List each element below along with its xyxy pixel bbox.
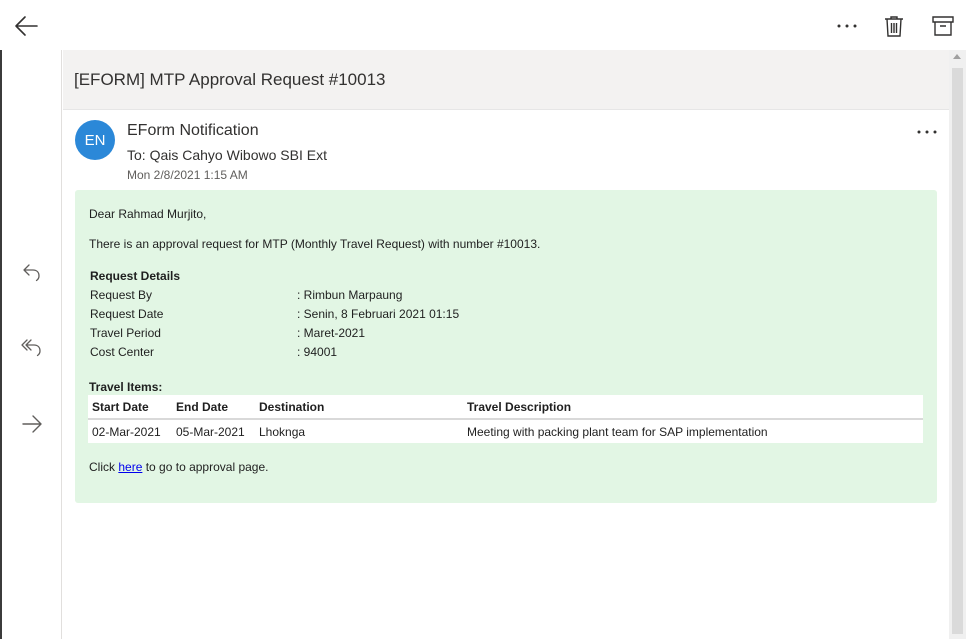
table-row: 02-Mar-2021 05-Mar-2021 Lhoknga Meeting … xyxy=(88,419,923,443)
approval-page-link[interactable]: here xyxy=(118,460,142,474)
avatar: EN xyxy=(75,120,115,160)
back-button[interactable] xyxy=(10,10,42,42)
table-cell: Meeting with packing plant team for SAP … xyxy=(467,424,768,439)
forward-icon xyxy=(22,415,42,433)
sent-date: Mon 2/8/2021 1:15 AM xyxy=(127,168,248,182)
detail-value: : Rimbun Marpaung xyxy=(297,288,403,302)
reply-icon xyxy=(23,264,40,282)
archive-button[interactable] xyxy=(927,10,959,42)
intro-text: There is an approval request for MTP (Mo… xyxy=(89,237,541,251)
table-header-row: Start Date End Date Destination Travel D… xyxy=(88,395,923,420)
detail-value: : 94001 xyxy=(297,345,338,359)
reply-button[interactable] xyxy=(16,256,48,288)
table-cell: 02-Mar-2021 xyxy=(92,424,161,439)
detail-label: Travel Period xyxy=(90,326,161,340)
greeting: Dear Rahmad Murjito, xyxy=(89,207,207,221)
message-more-button[interactable] xyxy=(911,118,943,146)
reply-all-button[interactable] xyxy=(16,331,48,363)
scroll-up-arrow-icon[interactable] xyxy=(953,54,961,59)
email-subject: [EFORM] MTP Approval Request #10013 xyxy=(74,70,386,89)
delete-button[interactable] xyxy=(878,10,910,42)
sender-name[interactable]: EForm Notification xyxy=(127,122,259,140)
detail-label: Cost Center xyxy=(90,345,155,359)
message-body: Dear Rahmad Murjito, There is an approva… xyxy=(75,190,937,503)
detail-value: : Senin, 8 Februari 2021 01:15 xyxy=(297,307,460,321)
action-rail xyxy=(2,50,62,639)
top-toolbar xyxy=(0,0,968,50)
column-header: Start Date xyxy=(88,395,172,420)
more-horizontal-icon xyxy=(837,24,857,28)
archive-icon xyxy=(932,16,954,36)
travel-items-table: Start Date End Date Destination Travel D… xyxy=(88,395,923,443)
more-horizontal-icon xyxy=(917,130,937,134)
column-header: Destination xyxy=(255,395,463,420)
column-header: End Date xyxy=(172,395,255,420)
travel-items-title: Travel Items: xyxy=(89,380,163,394)
trash-icon xyxy=(885,16,903,37)
more-actions-button[interactable] xyxy=(831,10,863,42)
forward-button[interactable] xyxy=(16,408,48,440)
click-suffix: to go to approval page. xyxy=(142,460,269,474)
detail-label: Request Date xyxy=(90,307,164,321)
table-cell: 05-Mar-2021 xyxy=(176,424,245,439)
detail-label: Request By xyxy=(90,288,153,302)
request-details-title: Request Details xyxy=(90,269,181,283)
vertical-scrollbar[interactable] xyxy=(949,50,966,639)
reply-all-icon xyxy=(21,339,41,357)
table-cell: Lhoknga xyxy=(259,424,306,439)
scroll-thumb[interactable] xyxy=(952,68,963,634)
approval-link-line: Click here to go to approval page. xyxy=(89,460,268,474)
recipient-line: To: Qais Cahyo Wibowo SBI Ext xyxy=(127,147,327,163)
column-header: Travel Description xyxy=(463,395,923,420)
subject-header: [EFORM] MTP Approval Request #10013 xyxy=(63,50,949,110)
arrow-left-icon xyxy=(15,16,38,36)
detail-value: : Maret-2021 xyxy=(297,326,366,340)
click-prefix: Click xyxy=(89,460,119,474)
